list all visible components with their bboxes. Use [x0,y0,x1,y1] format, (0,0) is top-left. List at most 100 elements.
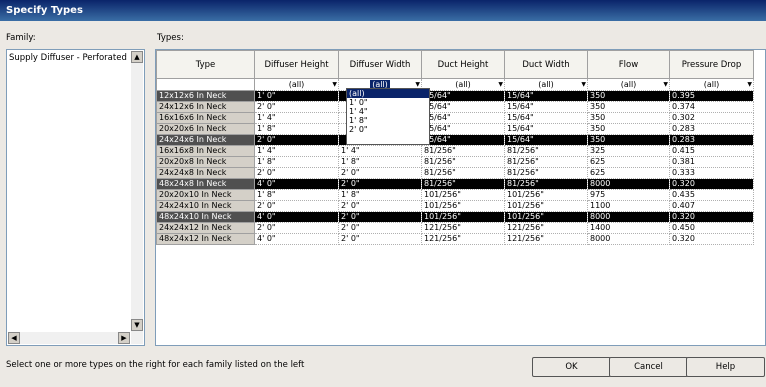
cell-diffuser-height: 4' 0" [254,178,339,190]
dropdown-option[interactable]: 1' 0" [347,98,429,107]
cell-type[interactable]: 24x12x6 In Neck [156,101,255,113]
cell-type[interactable]: 24x24x6 In Neck [156,134,255,146]
cell-duct-width: 15/64" [504,134,588,146]
cell-diffuser-height: 2' 0" [254,101,339,113]
filter-value: (all) [538,79,554,89]
cell-pressure-drop: 0.450 [669,222,754,234]
filter-duct-width[interactable]: (all) ▼ [504,78,588,91]
scroll-left-icon[interactable]: ◀ [8,332,20,344]
cell-type[interactable]: 24x24x8 In Neck [156,167,255,179]
table-row[interactable]: 48x24x10 In Neck 4' 0" 2' 0" 101/256" 101/25… [156,211,754,223]
types-grid[interactable]: Type Diffuser Height Diffuser Width Duct… [155,49,766,346]
cell-type[interactable]: 12x12x6 In Neck [156,90,255,102]
cell-flow: 625 [587,156,670,168]
ok-button[interactable]: OK [532,357,611,377]
col-header-duct-width[interactable]: Duct Width [504,50,588,79]
table-row[interactable]: 24x24x8 In Neck 2' 0" 2' 0" 81/256" 81/256" 6… [156,167,754,179]
chevron-down-icon[interactable]: ▼ [498,80,503,90]
chevron-down-icon[interactable]: ▼ [581,80,586,90]
cell-flow: 350 [587,101,670,113]
cell-pressure-drop: 0.333 [669,167,754,179]
chevron-down-icon[interactable]: ▼ [747,80,752,90]
cell-duct-height: 121/256" [421,222,505,234]
table-row[interactable]: 48x24x8 In Neck 4' 0" 2' 0" 81/256" 81/256" 8… [156,178,754,190]
cell-type[interactable]: 20x20x8 In Neck [156,156,255,168]
cell-flow: 350 [587,123,670,135]
filter-flow[interactable]: (all) ▼ [587,78,670,91]
cell-pressure-drop: 0.320 [669,178,754,190]
scroll-down-icon[interactable]: ▼ [131,319,143,331]
filter-value: (all) [703,79,720,89]
col-header-diffuser-height[interactable]: Diffuser Height [254,50,339,79]
cell-diffuser-height: 1' 4" [254,145,339,157]
table-row[interactable]: 24x24x10 In Neck 2' 0" 2' 0" 101/256" 101/25… [156,200,754,212]
col-header-pressure-drop[interactable]: Pressure Drop [669,50,754,79]
col-header-duct-height[interactable]: Duct Height [421,50,505,79]
filter-duct-height[interactable]: (all) ▼ [421,78,505,91]
col-header-diffuser-width[interactable]: Diffuser Width [338,50,422,79]
table-row[interactable]: 16x16x6 In Neck 1' 4" 15/64" 15/64" 350 0.302 [156,112,754,124]
filter-pressure-drop[interactable]: (all) ▼ [669,78,754,91]
cell-type[interactable]: 48x24x8 In Neck [156,178,255,190]
dropdown-option[interactable]: 1' 8" [347,116,429,125]
cell-flow: 8000 [587,178,670,190]
cell-duct-height: 81/256" [421,167,505,179]
table-row[interactable]: 24x24x12 In Neck 2' 0" 2' 0" 121/256" 121/25… [156,222,754,234]
family-item[interactable]: Supply Diffuser - Perforated [9,53,127,63]
dropdown-option[interactable]: 1' 4" [347,107,429,116]
cell-type[interactable]: 16x16x6 In Neck [156,112,255,124]
table-row[interactable]: 20x20x8 In Neck 1' 8" 1' 8" 81/256" 81/256" 6… [156,156,754,168]
cell-diffuser-height: 1' 8" [254,156,339,168]
table-row[interactable]: 24x12x6 In Neck 2' 0" 15/64" 15/64" 350 0.374 [156,101,754,113]
cell-flow: 350 [587,90,670,102]
cancel-button[interactable]: Cancel [609,357,688,377]
chevron-down-icon[interactable]: ▼ [663,80,668,90]
cell-duct-height: 15/64" [421,101,505,113]
cell-duct-width: 101/256" [504,189,588,201]
family-list[interactable]: Supply Diffuser - Perforated ▲ ▼ ◀ ▶ [6,49,145,346]
table-row[interactable]: 20x20x10 In Neck 1' 8" 1' 8" 101/256" 101/25… [156,189,754,201]
cell-diffuser-height: 1' 8" [254,189,339,201]
table-row[interactable]: 20x20x6 In Neck 1' 8" 15/64" 15/64" 350 0.283 [156,123,754,135]
cell-diffuser-width: 2' 0" [338,167,422,179]
cell-type[interactable]: 48x24x10 In Neck [156,211,255,223]
table-row[interactable]: 12x12x6 In Neck 1' 0" 15/64" 15/64" 350 0.395 [156,90,754,102]
table-row[interactable]: 24x24x6 In Neck 2' 0" 15/64" 15/64" 350 0.283 [156,134,754,146]
scroll-up-icon[interactable]: ▲ [131,51,143,63]
filter-value: (all) [455,79,471,89]
header-row: Type Diffuser Height Diffuser Width Duct… [156,50,754,79]
dropdown-option[interactable]: (all) [347,89,429,98]
col-header-type[interactable]: Type [156,50,255,79]
cell-flow: 1400 [587,222,670,234]
chevron-down-icon[interactable]: ▼ [332,80,337,90]
cell-type[interactable]: 16x16x8 In Neck [156,145,255,157]
filter-diffuser-height[interactable]: (all) ▼ [254,78,339,91]
cell-type[interactable]: 20x20x6 In Neck [156,123,255,135]
table-row[interactable]: 16x16x8 In Neck 1' 4" 1' 4" 81/256" 81/256" 3… [156,145,754,157]
cell-flow: 8000 [587,211,670,223]
cell-pressure-drop: 0.283 [669,123,754,135]
col-header-flow[interactable]: Flow [587,50,670,79]
filter-value: (all) [620,79,637,89]
cell-type[interactable]: 24x24x12 In Neck [156,222,255,234]
family-horizontal-scrollbar[interactable]: ◀ ▶ [8,332,130,344]
cell-flow: 350 [587,112,670,124]
family-vertical-scrollbar[interactable]: ▲ ▼ [131,51,143,344]
cell-type[interactable]: 48x24x12 In Neck [156,233,255,245]
help-button[interactable]: Help [686,357,765,377]
dropdown-option[interactable]: 2' 0" [347,125,429,134]
cell-duct-width: 15/64" [504,101,588,113]
cell-duct-width: 81/256" [504,156,588,168]
cell-type[interactable]: 20x20x10 In Neck [156,189,255,201]
cell-pressure-drop: 0.302 [669,112,754,124]
status-text: Select one or more types on the right fo… [6,360,305,370]
cell-duct-width: 15/64" [504,123,588,135]
cell-type[interactable]: 24x24x10 In Neck [156,200,255,212]
cell-diffuser-width: 2' 0" [338,200,422,212]
diffuser-width-dropdown-list[interactable]: (all) 1' 0" 1' 4" 1' 8" 2' 0" [346,88,430,145]
scroll-right-icon[interactable]: ▶ [118,332,130,344]
cell-diffuser-height: 2' 0" [254,200,339,212]
cell-duct-width: 81/256" [504,145,588,157]
window-title: Specify Types [0,0,766,21]
table-row[interactable]: 48x24x12 In Neck 4' 0" 2' 0" 121/256" 121/25… [156,233,754,245]
